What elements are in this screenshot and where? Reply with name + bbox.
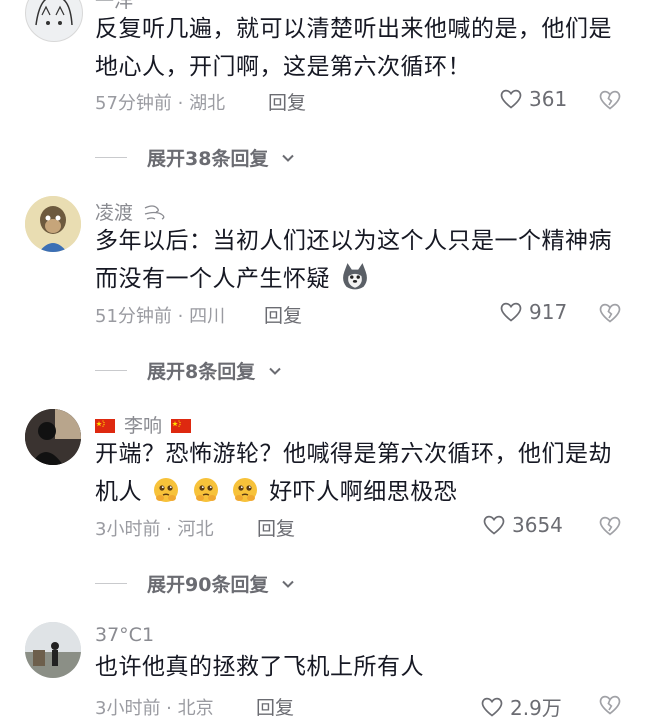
pleading-face-emoji <box>152 476 180 504</box>
chevron-down-icon <box>280 576 296 592</box>
broken-heart-icon[interactable] <box>598 693 622 717</box>
china-flag-icon <box>95 419 115 433</box>
reply-button[interactable]: 回复 <box>257 514 295 541</box>
expand-replies-button[interactable]: 展开8条回复 <box>95 357 283 384</box>
comment-text: 反复听几遍，就可以清楚听出来他喊的是，他们是地心人，开门啊，这是第六次循环！ <box>95 16 612 80</box>
username[interactable]: 李响 <box>95 411 191 438</box>
divider-line <box>95 370 127 371</box>
like-button[interactable]: 917 <box>499 300 567 324</box>
broken-heart-icon[interactable] <box>598 88 622 112</box>
like-button[interactable]: 2.9万 <box>480 692 562 721</box>
avatar[interactable] <box>25 0 83 42</box>
expand-replies-button[interactable]: 展开38条回复 <box>95 144 296 171</box>
like-button[interactable]: 361 <box>499 87 567 111</box>
reply-button[interactable]: 回复 <box>256 693 294 720</box>
expand-replies-button[interactable]: 展开90条回复 <box>95 570 296 597</box>
like-button[interactable]: 3654 <box>482 513 563 537</box>
username[interactable]: 凌渡 <box>95 198 171 225</box>
heart-outline-icon <box>499 300 523 324</box>
like-count: 361 <box>529 87 568 111</box>
comment-meta: 3小时前 · 北京 <box>95 698 214 719</box>
reply-button[interactable]: 回复 <box>268 88 306 115</box>
heart-outline-icon <box>482 513 506 537</box>
comment-text: 多年以后：当初人们还以为这个人只是一个精神病而没有一个人产生怀疑 <box>95 228 612 292</box>
chevron-down-icon <box>280 150 296 166</box>
username[interactable]: 37°C1 <box>95 624 154 646</box>
expand-replies-label: 展开38条回复 <box>147 148 269 170</box>
avatar[interactable] <box>25 196 81 252</box>
comment-meta: 51分钟前 · 四川 <box>95 306 226 327</box>
comment-meta: 3小时前 · 河北 <box>95 519 214 540</box>
comment-meta: 57分钟前 · 湖北 <box>95 93 226 114</box>
broken-heart-icon[interactable] <box>598 301 622 325</box>
husky-emoji <box>342 263 367 290</box>
divider-line <box>95 583 127 584</box>
expand-replies-label: 展开8条回复 <box>147 361 256 383</box>
like-count: 917 <box>529 300 568 324</box>
broken-heart-icon[interactable] <box>598 514 622 538</box>
heart-outline-icon <box>499 87 523 111</box>
wind-swirl-icon <box>144 205 165 220</box>
chevron-down-icon <box>267 363 283 379</box>
reply-button[interactable]: 回复 <box>264 301 302 328</box>
avatar[interactable] <box>25 409 81 465</box>
comment-text: 也许他真的拯救了飞机上所有人 <box>95 654 424 680</box>
like-count: 2.9万 <box>510 696 562 720</box>
pleading-face-emoji <box>192 476 220 504</box>
heart-outline-icon <box>480 695 504 719</box>
expand-replies-label: 展开90条回复 <box>147 574 269 596</box>
avatar[interactable] <box>25 622 81 678</box>
china-flag-icon <box>171 419 191 433</box>
divider-line <box>95 157 127 158</box>
pleading-face-emoji <box>231 476 259 504</box>
like-count: 3654 <box>512 513 563 537</box>
comment-text: 开端？恐怖游轮？他喊得是第六次循环，他们是劫机人 好吓人啊细思极恐 <box>95 441 612 505</box>
